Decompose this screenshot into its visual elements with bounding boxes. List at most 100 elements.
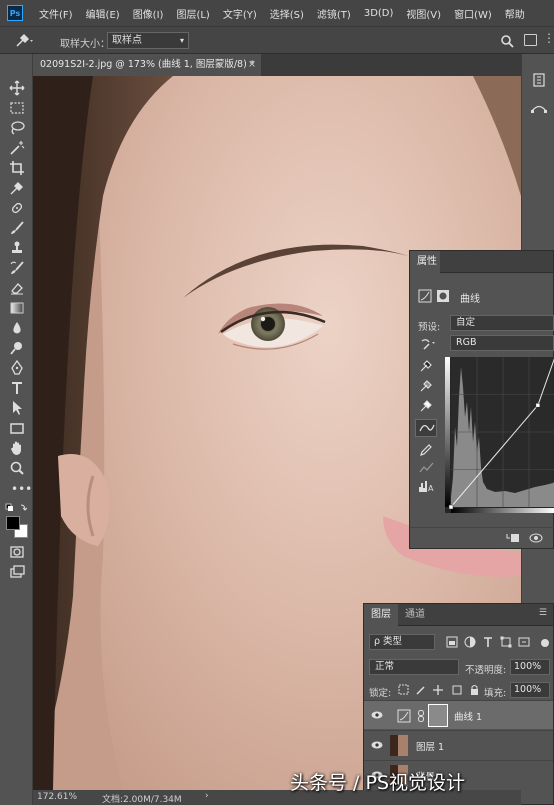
menu-3d[interactable]: 3D(D) [364,8,394,19]
type-tool-icon[interactable] [9,380,25,396]
eraser-tool-icon[interactable] [9,280,25,296]
blend-mode-value: 正常 [375,661,395,672]
watermark-text: 头条号 / PS视觉设计 [290,772,465,794]
view-previous-state-icon[interactable] [528,532,544,544]
status-menu-arrow[interactable]: › [205,791,209,801]
paths-panel-icon[interactable] [530,104,548,118]
move-tool-icon[interactable] [9,80,25,96]
layer-name: 图层 1 [416,742,445,753]
layer-mask-thumbnail[interactable] [428,704,448,727]
layer-mask-icon[interactable] [436,289,450,303]
crop-tool-icon[interactable] [9,160,25,176]
menu-edit[interactable]: 编辑(E) [86,6,120,21]
tools-panel: ••• [0,54,33,805]
filter-shape-icon[interactable] [500,636,512,648]
more-tools-icon[interactable]: ••• [11,482,32,496]
tab-layers[interactable]: 图层 [364,604,398,626]
filter-smart-object-icon[interactable] [518,636,530,648]
swap-colors-icon[interactable] [5,502,29,514]
marquee-tool-icon[interactable] [9,100,25,116]
zoom-level[interactable]: 172.61% [37,792,77,802]
curve-control-point[interactable] [535,402,541,408]
channel-select[interactable]: RGB [450,335,554,351]
adjustment-name: 曲线 [460,294,480,305]
target-adjust-icon[interactable] [419,337,437,351]
eye-icon[interactable] [371,711,383,719]
magic-wand-tool-icon[interactable] [9,140,25,156]
gray-point-eyedropper-icon[interactable] [419,379,433,393]
menu-filter[interactable]: 滤镜(T) [317,6,351,21]
layer-filter-select[interactable]: ρ 类型 [369,634,435,650]
auto-levels-icon[interactable]: A [418,479,436,493]
curves-graph[interactable] [445,357,554,513]
fill-input[interactable]: 100% [510,682,550,698]
eyedropper-tool-icon[interactable] [14,33,36,49]
document-tab[interactable]: 02091S2I-2.jpg @ 173% (曲线 1, 图层蒙版/8) * × [33,54,261,76]
gradient-tool-icon[interactable] [9,300,25,316]
history-brush-tool-icon[interactable] [9,260,25,276]
curves-chart [445,357,554,513]
menu-layer[interactable]: 图层(L) [176,6,209,21]
history-panel-icon[interactable] [531,72,547,88]
menu-window[interactable]: 窗口(W) [454,6,492,21]
sample-size-value: 取样点 [112,35,142,46]
screen-mode-icon[interactable] [9,564,25,580]
menu-view[interactable]: 视图(V) [406,6,441,21]
black-point-handle[interactable] [448,504,454,510]
preset-select[interactable]: 自定 [450,315,554,331]
opacity-input[interactable]: 100% [510,659,550,675]
clip-to-layer-icon[interactable] [506,532,520,544]
pen-tool-icon[interactable] [9,360,25,376]
lock-options-icons[interactable] [398,684,482,696]
black-point-eyedropper-icon[interactable] [419,359,433,373]
eye-icon[interactable] [371,741,383,749]
chevron-down-icon: ▾ [179,36,184,45]
menu-bar: Ps 文件(F) 编辑(E) 图像(I) 图层(L) 文字(Y) 选择(S) 滤… [0,0,554,26]
workspace-frame-icon[interactable] [524,34,537,46]
options-bar: 取样大小： 取样点 ▾ ⋮ [0,26,554,54]
layer-row-layer1[interactable]: 图层 1 [364,730,553,759]
rectangle-tool-icon[interactable] [9,420,25,436]
thumbnail-hair [390,735,398,756]
blend-mode-select[interactable]: 正常 [369,659,459,675]
filter-type-icon[interactable] [482,636,494,648]
filter-toggle[interactable] [541,639,549,647]
zoom-tool-icon[interactable] [9,460,25,476]
search-icon[interactable] [500,34,514,48]
menu-file[interactable]: 文件(F) [39,6,73,21]
document-tab-title: 02091S2I-2.jpg @ 173% (曲线 1, 图层蒙版/8) * [40,59,255,70]
menu-help[interactable]: 帮助 [505,6,525,21]
menu-type[interactable]: 文字(Y) [223,6,257,21]
sample-size-select[interactable]: 取样点 ▾ [107,32,189,49]
close-icon[interactable]: × [248,54,256,76]
tab-channels[interactable]: 通道 [398,604,432,626]
edit-points-button[interactable] [415,419,437,437]
more-options-icon[interactable]: ⋮ [543,31,554,45]
menu-image[interactable]: 图像(I) [133,6,164,21]
chain-link-icon[interactable] [417,710,425,722]
smooth-curve-icon[interactable] [419,461,435,475]
filter-pixel-icon[interactable] [446,636,458,648]
dodge-tool-icon[interactable] [9,340,25,356]
healing-brush-tool-icon[interactable] [9,200,25,216]
curves-tool-column: A [415,355,439,525]
path-selection-tool-icon[interactable] [9,400,25,416]
pencil-draw-icon[interactable] [419,443,433,457]
filter-adjustment-icon[interactable] [464,636,476,648]
brush-tool-icon[interactable] [9,220,25,236]
blur-tool-icon[interactable] [9,320,25,336]
lasso-tool-icon[interactable] [9,120,25,136]
properties-panel: 属性 曲线 预设: 自定 RGB A [409,250,554,549]
white-point-eyedropper-icon[interactable] [419,399,433,413]
hand-tool-icon[interactable] [9,440,25,456]
clone-stamp-tool-icon[interactable] [9,240,25,256]
panel-menu-icon[interactable]: ☰ [539,608,547,618]
menu-select[interactable]: 选择(S) [270,6,304,21]
layer-row-curves[interactable]: 曲线 1 [364,700,553,729]
foreground-color-swatch[interactable] [6,516,20,530]
document-size: 文档:2.00M/7.34M [102,795,182,805]
quick-mask-icon[interactable] [9,544,25,560]
preset-label: 预设: [418,322,441,333]
eyedropper-icon[interactable] [9,180,25,196]
tab-properties[interactable]: 属性 [410,251,440,273]
